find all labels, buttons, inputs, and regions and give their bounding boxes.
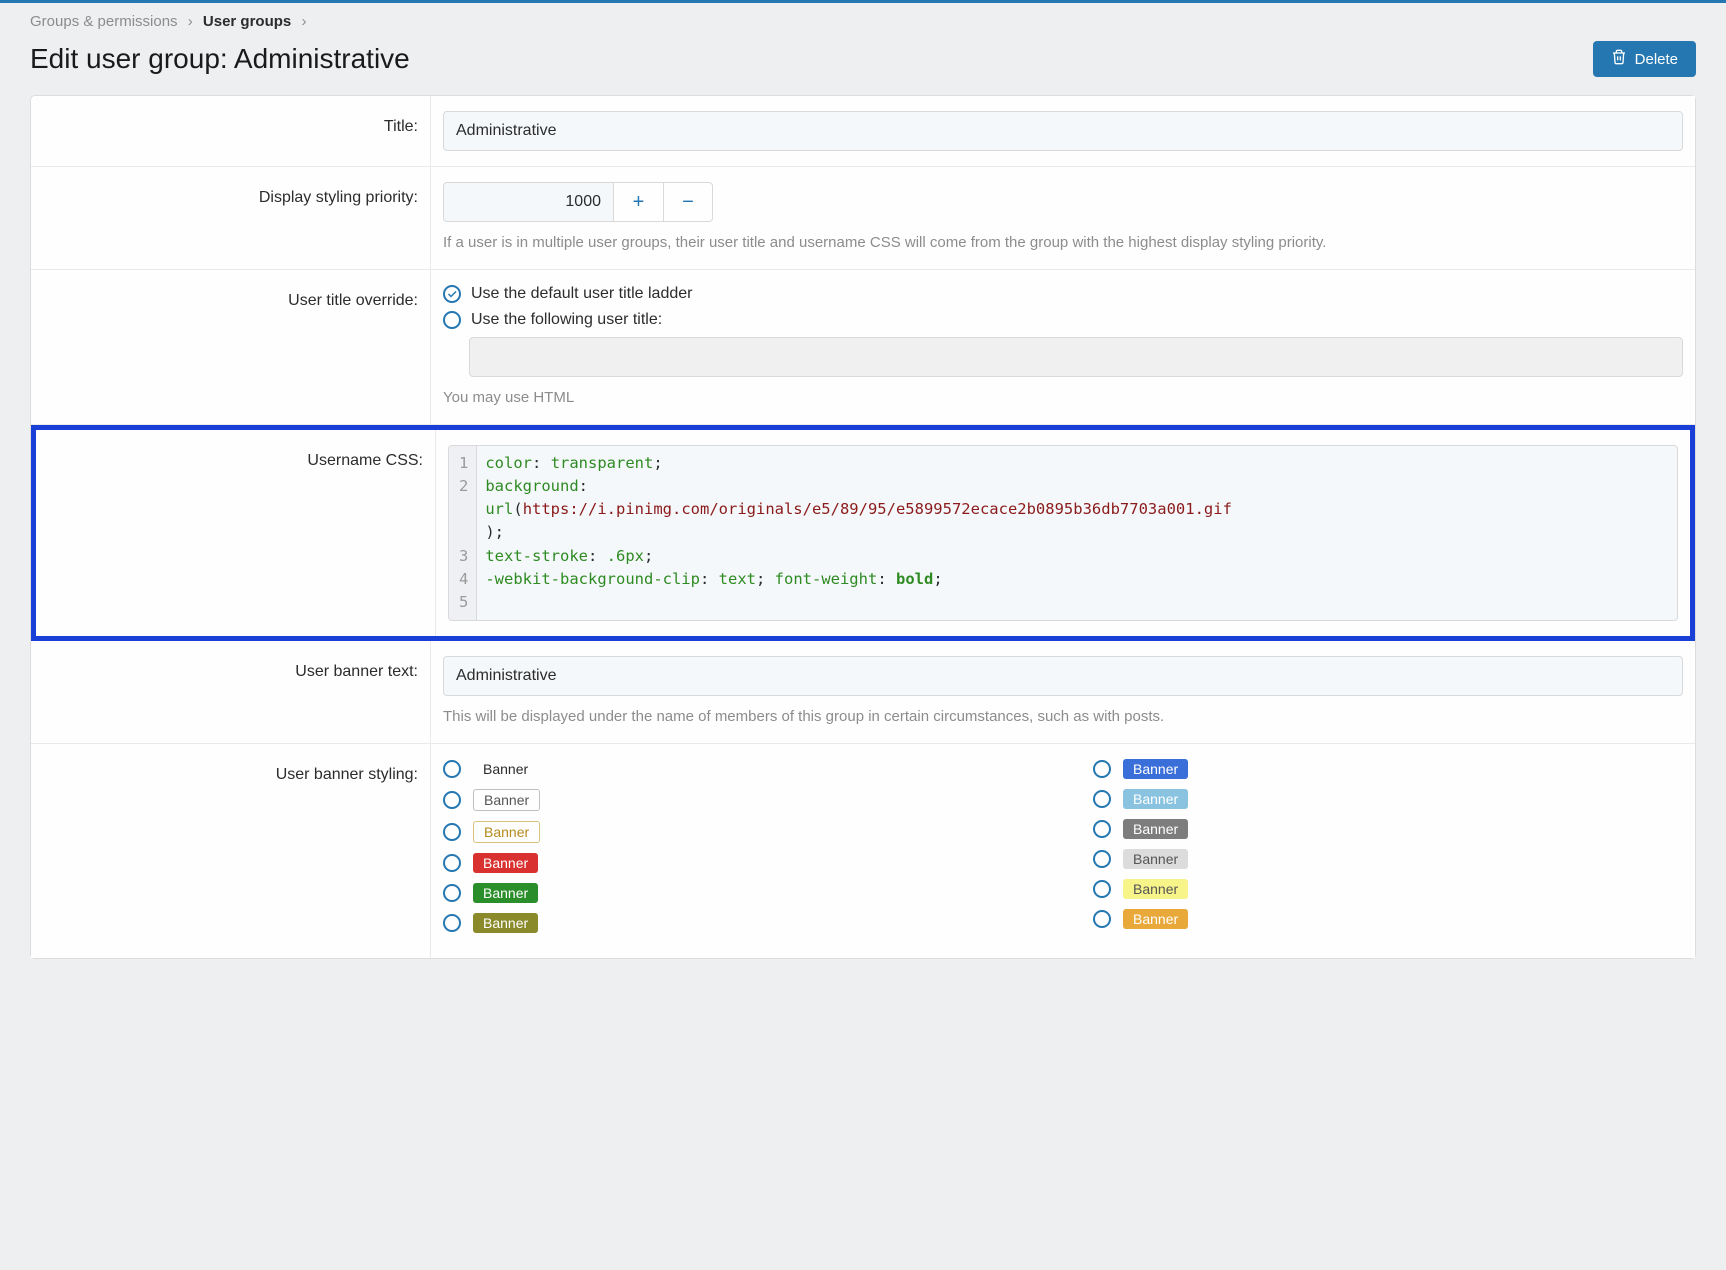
priority-stepper: + −	[443, 182, 1683, 222]
breadcrumb-link-1[interactable]: Groups & permissions	[30, 13, 178, 30]
banner-option-green[interactable]: Banner	[443, 883, 1033, 903]
banner-option-plain[interactable]: Banner	[443, 759, 1033, 779]
banner-tag: Banner	[473, 789, 540, 811]
banner-tag: Banner	[1123, 789, 1188, 809]
radio-unchecked-icon	[443, 791, 461, 809]
page-title: Edit user group: Administrative	[30, 43, 410, 75]
label-title-override: User title override:	[31, 270, 431, 424]
radio-unchecked-icon	[1093, 880, 1111, 898]
delete-button-label: Delete	[1635, 51, 1678, 68]
radio-unchecked-icon	[1093, 910, 1111, 928]
breadcrumb: Groups & permissions › User groups ›	[0, 3, 1726, 35]
priority-decrement-button[interactable]: −	[663, 182, 713, 222]
title-input[interactable]	[443, 111, 1683, 151]
radio-unchecked-icon	[443, 884, 461, 902]
banner-option-yellow[interactable]: Banner	[1093, 879, 1683, 899]
chevron-right-icon: ›	[188, 13, 193, 30]
banner-text-input[interactable]	[443, 656, 1683, 696]
breadcrumb-link-2[interactable]: User groups	[203, 13, 291, 30]
radio-unchecked-icon	[1093, 790, 1111, 808]
label-banner-text: User banner text:	[31, 641, 431, 743]
banner-tag: Banner	[473, 913, 538, 933]
radio-unchecked-icon	[443, 914, 461, 932]
banner-tag: Banner	[1123, 819, 1188, 839]
html-note: You may use HTML	[443, 387, 1683, 409]
radio-unchecked-icon	[443, 760, 461, 778]
custom-title-input[interactable]	[469, 337, 1683, 377]
radio-unchecked-icon	[443, 854, 461, 872]
banner-option-olive[interactable]: Banner	[443, 913, 1033, 933]
banner-option-blue[interactable]: Banner	[1093, 759, 1683, 779]
label-username-css: Username CSS:	[36, 430, 436, 637]
code-gutter: 1 2 3 4 5	[449, 446, 477, 621]
banner-tag: Banner	[1123, 849, 1188, 869]
label-priority: Display styling priority:	[31, 167, 431, 269]
radio-unchecked-icon	[1093, 850, 1111, 868]
banner-tag: Banner	[1123, 909, 1188, 929]
radio-label: Use the default user title ladder	[471, 285, 692, 303]
radio-label: Use the following user title:	[471, 311, 662, 329]
banner-tag: Banner	[473, 853, 538, 873]
username-css-section: Username CSS: 1 2 3 4 5 color: transpare…	[31, 425, 1695, 642]
title-override-option-default[interactable]: Use the default user title ladder	[443, 285, 1683, 303]
trash-icon	[1611, 49, 1627, 69]
banner-option-red[interactable]: Banner	[443, 853, 1033, 873]
code-content[interactable]: color: transparent; background: url(http…	[477, 446, 1677, 621]
priority-increment-button[interactable]: +	[613, 182, 663, 222]
form-panel: Title: Display styling priority: + − If …	[30, 95, 1696, 959]
title-override-option-custom[interactable]: Use the following user title:	[443, 311, 1683, 329]
banner-option-outline-gray[interactable]: Banner	[443, 789, 1033, 811]
minus-icon: −	[682, 191, 694, 214]
radio-unchecked-icon	[1093, 760, 1111, 778]
banner-tag: Banner	[1123, 759, 1188, 779]
radio-unchecked-icon	[443, 311, 461, 329]
banner-tag: Banner	[473, 821, 540, 843]
label-title: Title:	[31, 96, 431, 166]
priority-help-text: If a user is in multiple user groups, th…	[443, 232, 1683, 254]
radio-checked-icon	[443, 285, 461, 303]
radio-unchecked-icon	[443, 823, 461, 841]
banner-option-orange[interactable]: Banner	[1093, 909, 1683, 929]
chevron-right-icon: ›	[301, 13, 306, 30]
banner-option-lightgray[interactable]: Banner	[1093, 849, 1683, 869]
delete-button[interactable]: Delete	[1593, 41, 1696, 77]
banner-option-outline-gold[interactable]: Banner	[443, 821, 1033, 843]
banner-tag: Banner	[473, 883, 538, 903]
banner-tag: Banner	[1123, 879, 1188, 899]
username-css-editor[interactable]: 1 2 3 4 5 color: transparent; background…	[448, 445, 1678, 622]
label-banner-styling: User banner styling:	[31, 744, 431, 958]
banner-text-help: This will be displayed under the name of…	[443, 706, 1683, 728]
banner-option-lightblue[interactable]: Banner	[1093, 789, 1683, 809]
plus-icon: +	[633, 191, 645, 214]
banner-tag: Banner	[473, 759, 538, 779]
radio-unchecked-icon	[1093, 820, 1111, 838]
priority-input[interactable]	[443, 182, 613, 222]
banner-option-gray[interactable]: Banner	[1093, 819, 1683, 839]
